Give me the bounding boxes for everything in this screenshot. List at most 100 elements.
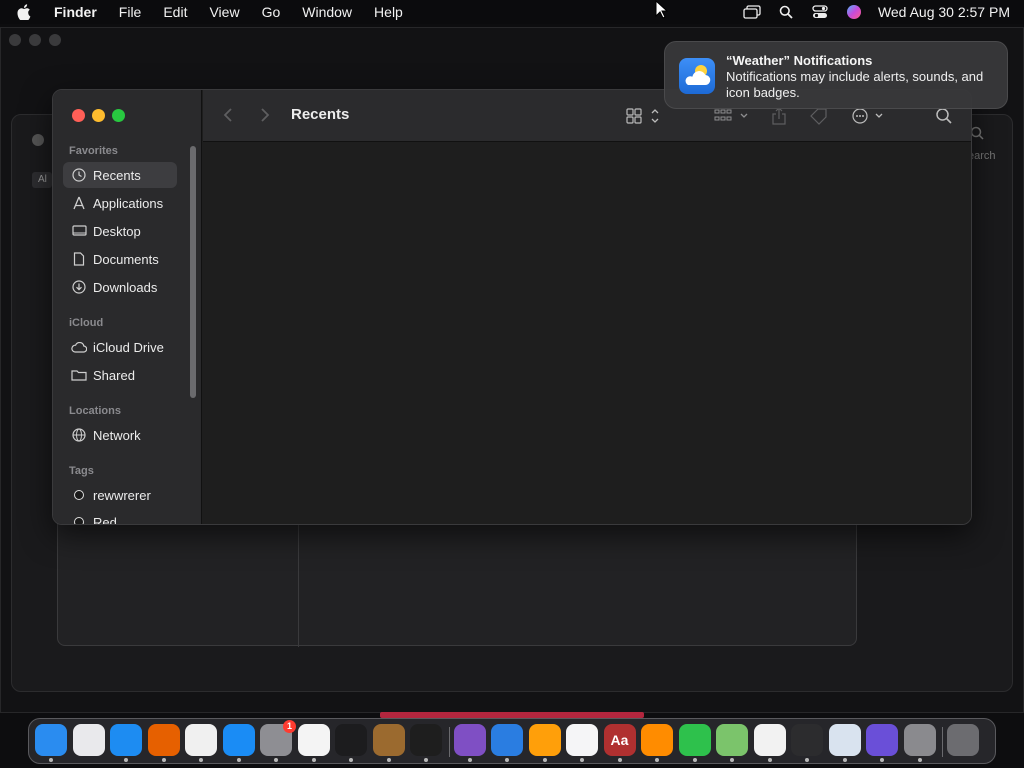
running-indicator (880, 758, 884, 762)
zoom-button[interactable] (112, 109, 125, 122)
menu-window[interactable]: Window (291, 0, 363, 24)
menu-bar: Finder File Edit View Go Window Help Wed… (0, 0, 1024, 24)
dock-visual-studio-icon[interactable] (453, 724, 486, 756)
view-mode-button[interactable] (626, 107, 664, 125)
dock-finder-icon[interactable] (35, 724, 67, 756)
sidebar-item-downloads[interactable]: Downloads (63, 274, 177, 300)
running-indicator (767, 758, 772, 762)
sidebar-item-applications[interactable]: Applications (63, 190, 177, 216)
running-indicator (580, 758, 584, 762)
dock-textedit-icon[interactable] (297, 724, 330, 756)
dock-terminal-icon[interactable] (335, 724, 367, 756)
sidebar-item-documents[interactable]: Documents (63, 246, 177, 272)
menu-finder[interactable]: Finder (48, 0, 108, 24)
close-button[interactable] (72, 109, 85, 122)
mouse-cursor-icon (655, 0, 669, 19)
dock-system-settings-icon[interactable]: 1 (260, 720, 296, 756)
dock-apple-configurator-icon[interactable] (866, 724, 898, 756)
share-button[interactable] (771, 107, 787, 125)
tag-color-dot (74, 517, 84, 524)
search-button[interactable] (935, 107, 953, 125)
dock-separator (448, 727, 450, 757)
document-icon (71, 251, 87, 267)
dock-vs-code-icon[interactable] (410, 724, 442, 756)
group-grid-icon (714, 109, 748, 121)
sidebar-item-label: Shared (93, 367, 135, 383)
background-window-close (9, 34, 21, 46)
sidebar-item-desktop[interactable]: Desktop (63, 218, 177, 244)
menu-view[interactable]: View (198, 0, 250, 24)
group-by-button[interactable] (714, 107, 750, 125)
shared-folder-icon (71, 367, 87, 383)
sidebar-item-shared[interactable]: Shared (63, 362, 177, 388)
notification-title: “Weather” Notifications (726, 53, 873, 68)
sidebar-section-tags: Tags (69, 465, 94, 477)
menu-edit[interactable]: Edit (152, 0, 198, 24)
dock-preview-icon[interactable] (828, 724, 861, 756)
tag-button[interactable] (809, 107, 829, 125)
dock-maps-icon[interactable] (716, 724, 748, 756)
back-button[interactable] (223, 107, 233, 123)
dock-facetime-icon[interactable] (678, 724, 711, 756)
forward-button[interactable] (260, 107, 270, 123)
dock-home-icon[interactable] (528, 724, 561, 756)
dock-dictionary-icon[interactable]: Aa (603, 724, 636, 756)
dock: 1 Aa (28, 718, 996, 764)
running-indicator (617, 758, 622, 762)
menu-bar-clock[interactable]: Wed Aug 30 2:57 PM (878, 4, 1010, 20)
background-search-label: earch (968, 150, 996, 162)
spotlight-search-icon[interactable] (776, 3, 796, 21)
running-indicator (161, 758, 166, 762)
sidebar-tag-red[interactable]: Red (63, 509, 177, 524)
siri-icon[interactable] (844, 3, 864, 21)
finder-window: Favorites Recents Applications Desktop D… (52, 89, 972, 525)
dock-app-store-icon[interactable] (222, 724, 255, 756)
dock-firefox-icon[interactable] (147, 724, 180, 756)
dock-safari-icon[interactable] (110, 724, 142, 756)
sidebar-item-network[interactable]: Network (63, 422, 177, 448)
dock-weather-icon[interactable] (491, 724, 523, 756)
background-window-control (32, 134, 44, 146)
notification-badge: 1 (283, 720, 296, 733)
sidebar-scrollbar[interactable] (190, 146, 196, 398)
background-panel (57, 520, 857, 647)
dock-chrome-icon[interactable] (185, 724, 217, 756)
download-icon (71, 279, 87, 295)
notification-body: Notifications may include alerts, sounds… (726, 69, 984, 100)
dock-separator (942, 727, 943, 757)
dock-books-icon[interactable] (641, 724, 673, 756)
sidebar-tag-rewwrerer[interactable]: rewwrerer (63, 482, 177, 508)
menu-file[interactable]: File (108, 0, 153, 24)
control-center-icon[interactable] (810, 3, 830, 21)
screen-mirroring-icon[interactable] (742, 3, 762, 21)
sidebar-item-label: Downloads (93, 279, 158, 295)
apple-menu-icon[interactable] (0, 4, 48, 20)
applications-icon (71, 195, 87, 211)
running-indicator (49, 758, 53, 762)
dock-freeform-icon[interactable] (566, 724, 598, 756)
action-menu-button[interactable] (851, 107, 887, 125)
running-indicator (917, 758, 922, 762)
chevron-right-icon (261, 108, 270, 122)
menu-help[interactable]: Help (363, 0, 414, 24)
sidebar-item-recents[interactable]: Recents (63, 162, 177, 188)
minimize-button[interactable] (92, 109, 105, 122)
sidebar-section-locations: Locations (69, 405, 121, 417)
dock-screenshot-icon[interactable] (903, 724, 936, 756)
dock-trash-icon[interactable] (947, 724, 979, 756)
running-indicator (842, 758, 847, 762)
dock-launchpad-icon[interactable] (72, 724, 105, 756)
running-indicator (424, 758, 428, 762)
dock-news-icon[interactable] (753, 724, 786, 756)
running-indicator (124, 758, 128, 762)
menu-go[interactable]: Go (251, 0, 292, 24)
dock-activity-monitor-icon[interactable] (791, 724, 823, 756)
sidebar-item-icloud-drive[interactable]: iCloud Drive (63, 334, 177, 360)
running-indicator (655, 758, 659, 762)
background-tab: Al (32, 172, 52, 188)
sidebar-item-label: iCloud Drive (93, 339, 164, 355)
notification-banner[interactable]: “Weather” Notifications Notifications ma… (664, 41, 1008, 109)
dock-instruments-icon[interactable] (372, 724, 405, 756)
share-icon (772, 107, 786, 125)
finder-content-area[interactable] (203, 143, 971, 524)
